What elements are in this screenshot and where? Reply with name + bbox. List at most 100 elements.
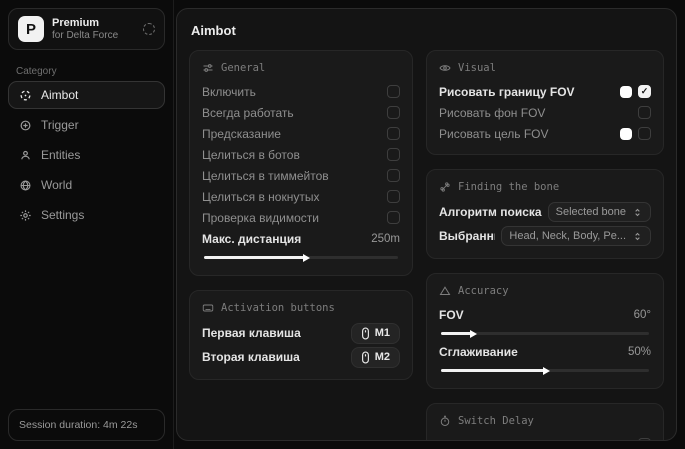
- tune-icon: [202, 62, 214, 74]
- slider-fill[interactable]: [441, 369, 545, 372]
- entities-person-icon: [19, 149, 32, 162]
- sidebar-item-trigger[interactable]: Trigger: [8, 111, 165, 139]
- session-duration: Session duration: 4m 22s: [8, 409, 165, 441]
- setting-row: Предсказание: [202, 123, 400, 144]
- timer-icon: [439, 415, 451, 427]
- unfold-icon: [632, 231, 643, 242]
- checkbox-target-knocked[interactable]: [387, 190, 400, 203]
- section-title: Visual: [458, 62, 496, 74]
- card-bone-header: Finding the bone: [439, 181, 651, 193]
- left-column: General Включить Всегда работать Предска…: [189, 50, 413, 380]
- checkbox-prediction[interactable]: [387, 127, 400, 140]
- main-panel: Aimbot General Включить Всегда работать: [176, 8, 677, 441]
- card-accuracy-header: Accuracy: [439, 285, 651, 297]
- triangle-icon: [439, 285, 451, 297]
- category-label: Category: [16, 66, 173, 77]
- fov-border-color-swatch[interactable]: [620, 86, 632, 98]
- sidebar-nav: Aimbot Trigger Entities World Settings: [0, 81, 173, 229]
- setting-label: Рисовать границу FOV: [439, 85, 614, 99]
- checkbox-enable[interactable]: [387, 85, 400, 98]
- setting-row: Рисовать границу FOV ✓: [439, 81, 651, 102]
- app-subtitle: for Delta Force: [52, 30, 135, 42]
- card-visual: Visual Рисовать границу FOV ✓ Рисовать ф…: [426, 50, 664, 155]
- keyboard-icon: [202, 302, 214, 314]
- setting-row: Целиться в ботов: [202, 144, 400, 165]
- setting-row: FOV 60°: [439, 304, 651, 325]
- card-activation-header: Activation buttons: [202, 302, 400, 314]
- setting-row: Первая клавиша M1: [202, 321, 400, 345]
- fov-target-color-swatch[interactable]: [620, 128, 632, 140]
- setting-label: Рисовать фон FOV: [439, 106, 632, 120]
- max-distance-slider[interactable]: [204, 256, 398, 259]
- checkbox-target-bots[interactable]: [387, 148, 400, 161]
- setting-row: Проверка видимости: [202, 207, 400, 228]
- sidebar: P Premium for Delta Force Category Aimbo…: [0, 0, 174, 449]
- trigger-scope-icon: [19, 119, 32, 132]
- sidebar-item-label: Entities: [41, 148, 80, 162]
- card-switch-delay-header: Switch Delay: [439, 415, 651, 427]
- setting-row: Вторая клавиша M2: [202, 345, 400, 369]
- setting-row: Всегда работать: [202, 102, 400, 123]
- setting-row: Целиться в нокнутых: [202, 186, 400, 207]
- sidebar-item-world[interactable]: World: [8, 171, 165, 199]
- setting-row: Выбранные кос Head, Neck, Body, Pe...: [439, 224, 651, 248]
- bone-icon: [439, 181, 451, 193]
- sidebar-item-entities[interactable]: Entities: [8, 141, 165, 169]
- settings-columns: General Включить Всегда работать Предска…: [189, 50, 664, 441]
- sidebar-item-settings[interactable]: Settings: [8, 201, 165, 229]
- checkbox-visibility-check[interactable]: [387, 211, 400, 224]
- smoothing-value: 50%: [628, 346, 651, 358]
- bone-algorithm-dropdown[interactable]: Selected bone: [548, 202, 651, 222]
- second-key-button[interactable]: M2: [351, 347, 400, 368]
- fov-slider[interactable]: [441, 332, 649, 335]
- eye-icon: [439, 62, 451, 74]
- setting-label: Предсказание: [202, 127, 381, 141]
- smoothing-slider[interactable]: [441, 369, 649, 372]
- right-column: Visual Рисовать границу FOV ✓ Рисовать ф…: [426, 50, 664, 441]
- setting-row: Включить: [202, 81, 400, 102]
- card-activation-buttons: Activation buttons Первая клавиша M1 Вто…: [189, 290, 413, 380]
- setting-label: Макс. дистанция: [202, 232, 365, 246]
- sidebar-item-aimbot[interactable]: Aimbot: [8, 81, 165, 109]
- unfold-icon: [632, 207, 643, 218]
- card-general-header: General: [202, 62, 400, 74]
- setting-label: Сглаживание: [439, 345, 622, 359]
- setting-label: Проверка видимости: [202, 211, 381, 225]
- setting-label: Вторая клавиша: [202, 350, 345, 364]
- mouse-icon: [361, 351, 370, 364]
- dropdown-value: Head, Neck, Body, Pe...: [509, 230, 626, 242]
- app-window: P Premium for Delta Force Category Aimbo…: [0, 0, 685, 449]
- checkbox-target-teammates[interactable]: [387, 169, 400, 182]
- checkbox-draw-fov-background[interactable]: [638, 106, 651, 119]
- crosshair-icon: [19, 89, 32, 102]
- setting-row: Макс. дистанция 250m: [202, 228, 400, 249]
- max-distance-value: 250m: [371, 233, 400, 245]
- checkbox-always-work[interactable]: [387, 106, 400, 119]
- checkbox-draw-fov-target[interactable]: [638, 127, 651, 140]
- fov-value: 60°: [634, 309, 651, 321]
- sidebar-spacer: [0, 229, 173, 401]
- dropdown-value: Selected bone: [556, 206, 626, 218]
- app-logo-card: P Premium for Delta Force: [8, 8, 165, 50]
- section-title: Finding the bone: [458, 181, 559, 193]
- refresh-spinner-icon[interactable]: [143, 23, 155, 35]
- setting-label: Всегда работать: [202, 106, 381, 120]
- setting-label: Включить: [202, 85, 381, 99]
- selected-bones-dropdown[interactable]: Head, Neck, Body, Pe...: [501, 226, 651, 246]
- setting-label: Первая клавиша: [202, 326, 345, 340]
- checkbox-draw-fov-border[interactable]: ✓: [638, 85, 651, 98]
- setting-row: Сглаживание 50%: [439, 341, 651, 362]
- setting-row: Рисовать цель FOV: [439, 123, 651, 144]
- app-title: Premium: [52, 17, 135, 30]
- sidebar-item-label: Settings: [41, 208, 84, 222]
- setting-label: Целиться в ботов: [202, 148, 381, 162]
- card-visual-header: Visual: [439, 62, 651, 74]
- slider-fill[interactable]: [441, 332, 472, 335]
- page-title: Aimbot: [191, 23, 664, 38]
- first-key-button[interactable]: M1: [351, 323, 400, 344]
- setting-label: Выбранные кос: [439, 229, 495, 243]
- mouse-icon: [361, 327, 370, 340]
- slider-fill[interactable]: [204, 256, 305, 259]
- globe-icon: [19, 179, 32, 192]
- checkbox-switch-delay[interactable]: [638, 438, 651, 441]
